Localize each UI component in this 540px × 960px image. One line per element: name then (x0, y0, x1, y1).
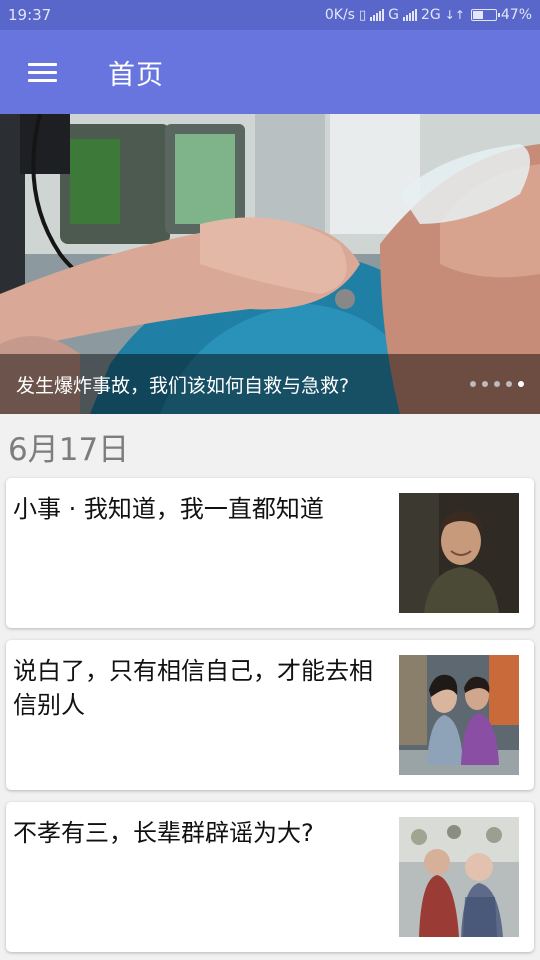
carousel-dot (470, 381, 476, 387)
card-thumbnail (399, 817, 519, 937)
card-title: 不孝有三，长辈群辟谣为大? (13, 819, 314, 847)
vibrate-icon: ▯ (358, 7, 367, 23)
carousel-dot (482, 381, 488, 387)
signal-icon (370, 9, 385, 21)
feed-card[interactable]: 说白了，只有相信自己，才能去相信别人 (6, 640, 534, 790)
carousel-indicator (470, 381, 524, 387)
banner-carousel[interactable]: 发生爆炸事故，我们该如何自救与急救? (0, 114, 540, 414)
battery-percent: 47% (500, 7, 532, 23)
carousel-dot (494, 381, 500, 387)
data-arrows-icon: ↓↑ (444, 8, 465, 22)
feed-card[interactable]: 不孝有三，长辈群辟谣为大? (6, 802, 534, 952)
page-title: 首页 (108, 59, 164, 91)
app-bar: 首页 (0, 30, 540, 114)
network-speed: 0K/s (324, 7, 355, 23)
banner-caption-text: 发生爆炸事故，我们该如何自救与急救? (16, 374, 350, 397)
network-type-2g: 2G (421, 7, 441, 23)
menu-button[interactable] (0, 30, 84, 114)
card-thumbnail (399, 493, 519, 613)
battery-icon (470, 9, 500, 21)
carousel-dot (506, 381, 512, 387)
status-time: 19:37 (8, 6, 52, 24)
carousel-dot (518, 381, 524, 387)
status-bar: 19:37 0K/s ▯ G 2G ↓↑ 47% (0, 0, 540, 30)
feed-card[interactable]: 小事 · 我知道，我一直都知道 (6, 478, 534, 628)
status-indicators: 0K/s ▯ G 2G ↓↑ 47% (325, 7, 532, 23)
hamburger-menu-icon (27, 62, 57, 82)
signal-icon-2 (403, 9, 417, 21)
network-type-g: G (388, 7, 399, 23)
date-header: 6月17日 (8, 432, 130, 468)
card-thumbnail (399, 655, 519, 775)
banner-caption: 发生爆炸事故，我们该如何自救与急救? (0, 354, 540, 414)
card-title: 小事 · 我知道，我一直都知道 (13, 495, 324, 523)
card-title: 说白了，只有相信自己，才能去相信别人 (13, 657, 373, 719)
